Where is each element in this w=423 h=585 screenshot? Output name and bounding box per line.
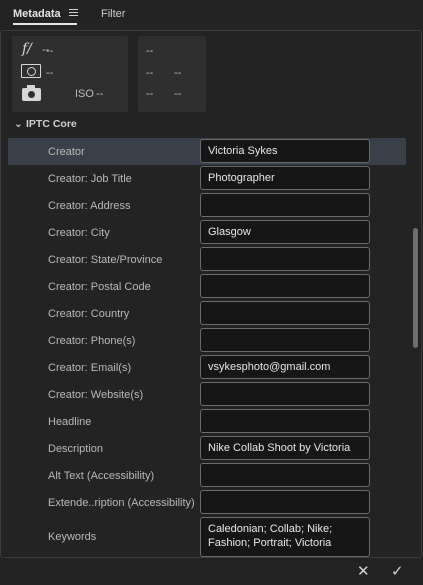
- panel-menu-icon[interactable]: [69, 9, 78, 18]
- checkmark-icon[interactable]: ✓: [391, 562, 404, 580]
- field-row-headline[interactable]: Headline: [8, 408, 406, 435]
- field-label: Creator: Postal Code: [48, 281, 151, 293]
- extended-description-input[interactable]: [200, 490, 370, 514]
- alt-text-input[interactable]: [200, 463, 370, 487]
- field-row-website[interactable]: Creator: Website(s): [8, 381, 406, 408]
- panel-tabs: Metadata Filter: [0, 0, 423, 30]
- creator-input[interactable]: Victoria Sykes: [200, 139, 370, 163]
- address-input[interactable]: [200, 193, 370, 217]
- exif-value-2: --: [146, 67, 154, 79]
- field-row-country[interactable]: Creator: Country: [8, 300, 406, 327]
- field-label: Alt Text (Accessibility): [48, 470, 155, 482]
- field-row-email[interactable]: Creator: Email(s) vsykesphoto@gmail.com: [8, 354, 406, 381]
- field-label: Creator: City: [48, 227, 110, 239]
- exif-value-4: --: [146, 88, 154, 100]
- exif-value-5: --: [174, 88, 182, 100]
- postal-code-input[interactable]: [200, 274, 370, 298]
- field-label: Creator: Country: [48, 308, 130, 320]
- iso-label: ISO: [75, 88, 94, 100]
- country-input[interactable]: [200, 301, 370, 325]
- website-input[interactable]: [200, 382, 370, 406]
- iso-value: --: [96, 88, 104, 100]
- exposure-value: --: [46, 67, 54, 79]
- field-label: Keywords: [48, 531, 97, 543]
- field-label: Creator: [48, 146, 85, 158]
- camera-icon: [22, 85, 41, 101]
- exif-value-1: --: [146, 45, 154, 57]
- chevron-down-icon: ⌄: [14, 118, 23, 130]
- state-input[interactable]: [200, 247, 370, 271]
- keywords-input[interactable]: Caledonian; Collab; Nike; Fashion; Portr…: [200, 517, 370, 557]
- field-label: Creator: Job Title: [48, 173, 132, 185]
- tab-metadata[interactable]: Metadata: [13, 8, 61, 20]
- exif-value-3: --: [174, 67, 182, 79]
- field-label: Extende..ription (Accessibility): [48, 497, 195, 509]
- exif-summary-left: f/ -- -- -- ISO --: [12, 36, 128, 112]
- field-row-state[interactable]: Creator: State/Province: [8, 246, 406, 273]
- fnumber-icon: f/: [22, 41, 32, 57]
- description-input[interactable]: Nike Collab Shoot by Victoria: [200, 436, 370, 460]
- field-row-extended-description[interactable]: Extende..ription (Accessibility): [8, 489, 406, 516]
- field-label: Creator: Website(s): [48, 389, 144, 401]
- field-row-keywords[interactable]: Keywords Caledonian; Collab; Nike; Fashi…: [8, 516, 406, 559]
- field-label: Creator: State/Province: [48, 254, 163, 266]
- field-row-job-title[interactable]: Creator: Job Title Photographer: [8, 165, 406, 192]
- field-row-postal-code[interactable]: Creator: Postal Code: [8, 273, 406, 300]
- field-row-description[interactable]: Description Nike Collab Shoot by Victori…: [8, 435, 406, 462]
- fnumber-col2: --: [46, 45, 54, 57]
- field-label: Creator: Phone(s): [48, 335, 136, 347]
- section-title: IPTC Core: [26, 118, 77, 130]
- phone-input[interactable]: [200, 328, 370, 352]
- section-header-iptc-core[interactable]: ⌄ IPTC Core: [14, 118, 77, 130]
- field-label: Description: [48, 443, 104, 455]
- scrollbar-thumb[interactable]: [413, 228, 418, 348]
- active-tab-indicator: [13, 23, 77, 25]
- exif-summary-right: -- -- -- -- --: [138, 36, 206, 112]
- headline-input[interactable]: [200, 409, 370, 433]
- field-row-city[interactable]: Creator: City Glasgow: [8, 219, 406, 246]
- job-title-input[interactable]: Photographer: [200, 166, 370, 190]
- field-row-creator[interactable]: Creator Victoria Sykes: [8, 138, 406, 165]
- email-input[interactable]: vsykesphoto@gmail.com: [200, 355, 370, 379]
- field-row-alt-text[interactable]: Alt Text (Accessibility): [8, 462, 406, 489]
- city-input[interactable]: Glasgow: [200, 220, 370, 244]
- field-label: Headline: [48, 416, 92, 428]
- field-list: Creator Victoria Sykes Creator: Job Titl…: [8, 138, 406, 559]
- field-row-address[interactable]: Creator: Address: [8, 192, 406, 219]
- tab-filter[interactable]: Filter: [101, 8, 125, 20]
- field-label: Creator: Email(s): [48, 362, 132, 374]
- field-label: Creator: Address: [48, 200, 131, 212]
- metering-mode-icon: [21, 64, 41, 78]
- cancel-icon[interactable]: ✕: [357, 562, 370, 580]
- field-row-phone[interactable]: Creator: Phone(s): [8, 327, 406, 354]
